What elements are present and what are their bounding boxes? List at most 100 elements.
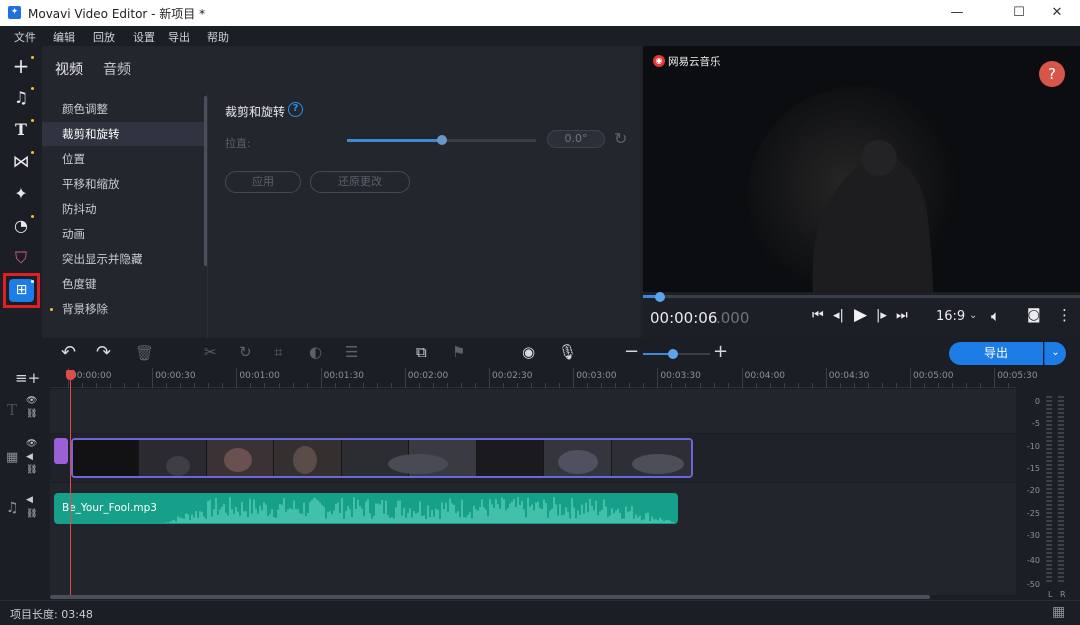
eye-icon[interactable]: 👁︎ bbox=[26, 396, 37, 406]
audio-clip[interactable]: Be_Your_Fool.mp3 bbox=[54, 493, 678, 524]
skip-start-icon[interactable]: ⏮ bbox=[812, 308, 824, 323]
redo-icon[interactable]: ↷ bbox=[96, 342, 111, 363]
menu-settings[interactable]: 设置 bbox=[133, 29, 155, 45]
menu-file[interactable]: 文件 bbox=[14, 29, 36, 45]
speaker-icon[interactable]: ◀︎ bbox=[26, 452, 33, 462]
tab-audio[interactable]: 音频 bbox=[103, 59, 131, 79]
link-icon[interactable]: ⛓︎ bbox=[26, 509, 37, 519]
next-frame-icon[interactable]: |▸ bbox=[876, 308, 887, 323]
zoom-in-icon[interactable]: + bbox=[713, 341, 728, 362]
ruler-tick bbox=[124, 383, 126, 388]
prev-frame-icon[interactable]: ◂| bbox=[833, 308, 844, 323]
export-button[interactable]: 导出 bbox=[949, 342, 1043, 365]
category-item[interactable]: 背景移除 bbox=[42, 297, 204, 321]
angle-input[interactable]: 0.0° bbox=[547, 130, 605, 148]
meter-segment bbox=[1046, 488, 1052, 490]
chevron-down-icon[interactable]: ⌄ bbox=[969, 310, 977, 321]
ruler-tick bbox=[110, 383, 112, 388]
link-icon[interactable]: ⛓︎ bbox=[26, 465, 37, 475]
ruler-tick bbox=[96, 383, 98, 388]
category-item[interactable]: 防抖动 bbox=[42, 197, 204, 221]
meter-segment bbox=[1046, 524, 1052, 526]
category-item[interactable]: 突出显示并隐藏 bbox=[42, 247, 204, 271]
cut-icon[interactable]: ✂ bbox=[204, 343, 217, 361]
category-item[interactable]: 色度键 bbox=[42, 272, 204, 296]
overlay-icon[interactable]: ⧉ bbox=[416, 343, 427, 361]
clip-properties-icon[interactable]: ☰ bbox=[345, 343, 358, 361]
zoom-slider-thumb[interactable] bbox=[668, 349, 679, 359]
meter-segment bbox=[1046, 436, 1052, 438]
webcam-icon[interactable]: ◉ bbox=[522, 343, 535, 361]
straighten-slider-thumb[interactable] bbox=[437, 135, 447, 145]
scrub-thumb[interactable] bbox=[655, 292, 666, 302]
color-adjust-icon[interactable]: ◐ bbox=[309, 343, 322, 361]
ruler-tick bbox=[952, 383, 954, 388]
microphone-icon[interactable]: 🎙︎ bbox=[558, 343, 577, 361]
ruler-tick bbox=[503, 383, 505, 388]
ruler-tick bbox=[404, 368, 406, 388]
menu-export[interactable]: 导出 bbox=[168, 29, 190, 45]
aspect-ratio-select[interactable]: 16:9 bbox=[936, 309, 965, 324]
rotate-icon[interactable]: ↻ bbox=[614, 129, 627, 148]
properties-panel: 视频 音频 颜色调整 裁剪和旋转 位置 平移和缩放 防抖动 动画 突出显示并隐藏… bbox=[42, 46, 640, 338]
menu-help[interactable]: 帮助 bbox=[207, 29, 229, 45]
speaker-icon[interactable]: ◀︎ bbox=[26, 495, 33, 505]
more-tools-icon[interactable]: ⊞ bbox=[9, 279, 34, 302]
meter-toggle-icon[interactable]: ▦ bbox=[1052, 604, 1065, 620]
meter-segment bbox=[1046, 472, 1052, 474]
crop-icon[interactable]: ⌗ bbox=[274, 343, 282, 361]
play-icon[interactable]: ▶ bbox=[854, 305, 867, 325]
link-icon[interactable]: ⛓︎ bbox=[26, 409, 37, 419]
video-clip[interactable] bbox=[71, 438, 693, 478]
meter-segment bbox=[1058, 512, 1064, 514]
ruler-tick bbox=[713, 383, 715, 388]
rotate-clip-icon[interactable]: ↻ bbox=[239, 343, 252, 361]
export-dropdown-chevron-icon[interactable]: ⌄ bbox=[1044, 342, 1066, 365]
volume-icon[interactable]: 🔈︎ bbox=[991, 307, 1000, 325]
meter-segment bbox=[1058, 532, 1064, 534]
zoom-out-icon[interactable]: − bbox=[624, 341, 639, 362]
meter-segment bbox=[1046, 572, 1052, 574]
timeline-scrollbar[interactable] bbox=[50, 595, 930, 599]
snapshot-camera-icon[interactable]: ◙ bbox=[1027, 307, 1041, 323]
time-ruler[interactable]: 00:00:00 00:00:30 00:01:00 00:01:30 00:02:00… bbox=[50, 368, 1038, 388]
crop-rotate-section: 裁剪和旋转 ? 拉直: 0.0° ↻ 应用 还原更改 bbox=[207, 94, 640, 338]
ruler-label: 00:02:30 bbox=[492, 371, 533, 381]
meter-segment bbox=[1058, 568, 1064, 570]
close-button[interactable]: ✕ bbox=[1034, 0, 1080, 26]
title-track[interactable] bbox=[50, 389, 1016, 433]
eye-icon[interactable]: 👁︎ bbox=[26, 439, 37, 449]
menu-edit[interactable]: 编辑 bbox=[53, 29, 75, 45]
marker-flag-icon[interactable]: ⚑ bbox=[452, 343, 465, 361]
category-item-active[interactable]: 裁剪和旋转 bbox=[42, 122, 204, 146]
straighten-slider-track[interactable] bbox=[442, 139, 536, 142]
help-icon[interactable]: ? bbox=[288, 102, 303, 117]
category-item[interactable]: 位置 bbox=[42, 147, 204, 171]
apply-button[interactable]: 应用 bbox=[225, 171, 301, 193]
store-icon[interactable]: ⛉ bbox=[8, 245, 34, 271]
meter-segment bbox=[1058, 556, 1064, 558]
category-item[interactable]: 动画 bbox=[42, 222, 204, 246]
undo-icon[interactable]: ↶ bbox=[61, 342, 76, 363]
scrub-bar[interactable] bbox=[643, 295, 1080, 298]
meter-segment bbox=[1058, 480, 1064, 482]
meter-segment bbox=[1058, 412, 1064, 414]
meter-segment bbox=[1058, 396, 1064, 398]
help-float-button[interactable]: ? bbox=[1039, 61, 1065, 87]
tab-video[interactable]: 视频 bbox=[55, 59, 83, 79]
filters-icon[interactable]: ✦ bbox=[8, 181, 34, 207]
category-item[interactable]: 平移和缩放 bbox=[42, 172, 204, 196]
video-preview[interactable]: ◉ 网易云音乐 ? bbox=[643, 46, 1080, 292]
menu-playback[interactable]: 回放 bbox=[93, 29, 115, 45]
ruler-tick bbox=[643, 383, 645, 388]
meter-segment bbox=[1058, 436, 1064, 438]
delete-icon[interactable]: 🗑︎ bbox=[135, 344, 154, 362]
more-options-icon[interactable]: ⋮ bbox=[1057, 306, 1072, 324]
add-track-icon[interactable]: ≡+ bbox=[15, 369, 40, 387]
reset-button[interactable]: 还原更改 bbox=[310, 171, 410, 193]
title-clip[interactable] bbox=[54, 438, 68, 464]
category-item[interactable]: 颜色调整 bbox=[42, 97, 204, 121]
minimize-button[interactable]: — bbox=[934, 0, 980, 26]
skip-end-icon[interactable]: ⏭ bbox=[896, 308, 908, 323]
meter-segment bbox=[1058, 404, 1064, 406]
